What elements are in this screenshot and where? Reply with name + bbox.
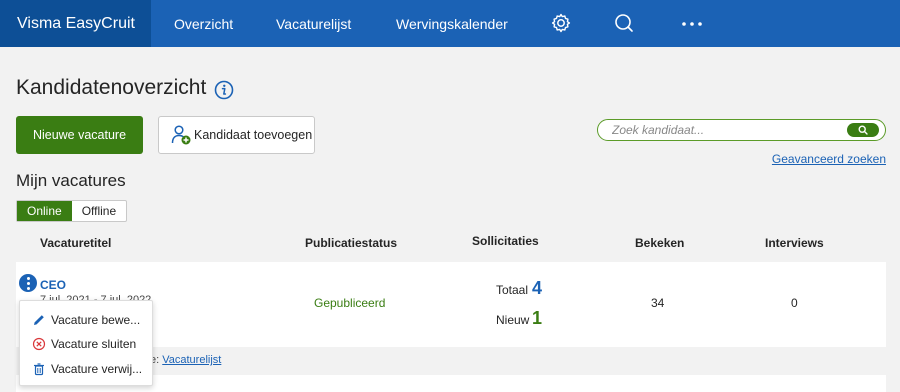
views-count: 34 [651, 296, 665, 310]
info-icon[interactable] [214, 80, 234, 100]
search-icon[interactable] [612, 11, 636, 35]
nav-overzicht[interactable]: Overzicht [174, 16, 233, 32]
search-input[interactable] [612, 120, 852, 140]
section-title: Mijn vacatures [16, 171, 126, 190]
trash-icon [34, 363, 44, 376]
new-label: Nieuw [496, 313, 530, 327]
add-candidate-label: Kandidaat toevoegen [194, 128, 313, 142]
search-button[interactable] [847, 123, 879, 137]
close-circle-icon [32, 337, 46, 351]
total-label: Totaal [496, 283, 529, 297]
delete-vacancy-menu-item[interactable]: Vacature verwij... [32, 362, 142, 376]
nav-wervingskalender[interactable]: Wervingskalender [396, 16, 508, 32]
interviews-count: 0 [791, 296, 798, 310]
edit-vacancy-menu-item[interactable]: Vacature bewe... [32, 313, 140, 327]
header-sollicitaties[interactable]: Sollicitaties [472, 234, 539, 248]
top-nav: Visma EasyCruit Overzicht Vacaturelijst … [0, 0, 900, 47]
publication-status: Gepubliceerd [314, 296, 386, 310]
vacancy-title-link[interactable]: CEO [40, 278, 66, 292]
brand-logo[interactable]: Visma EasyCruit [0, 0, 151, 47]
vacancy-list-footer: e: Vacaturelijst [150, 354, 222, 366]
header-interviews[interactable]: Interviews [765, 236, 824, 250]
close-vacancy-menu-item[interactable]: Vacature sluiten [32, 337, 136, 351]
candidate-search [597, 119, 886, 141]
header-bekeken[interactable]: Bekeken [635, 236, 684, 250]
nav-vacaturelijst[interactable]: Vacaturelijst [276, 16, 351, 32]
row-context-menu: Vacature bewe... Vacature sluiten Vacatu… [19, 300, 153, 386]
online-offline-toggle: Online Offline [16, 200, 128, 222]
add-candidate-button[interactable]: Kandidaat toevoegen [158, 116, 315, 154]
new-count[interactable]: 1 [532, 308, 542, 329]
header-vacaturetitel[interactable]: Vacaturetitel [40, 236, 111, 250]
total-count[interactable]: 4 [532, 278, 542, 299]
toggle-offline[interactable]: Offline [72, 201, 126, 221]
page-title: Kandidatenoverzicht [16, 76, 207, 99]
pencil-icon [34, 315, 44, 325]
toggle-online[interactable]: Online [17, 201, 72, 221]
advanced-search-link[interactable]: Geavanceerd zoeken [772, 152, 886, 166]
search-icon [858, 125, 868, 135]
header-publicatiestatus[interactable]: Publicatiestatus [305, 236, 397, 250]
new-vacancy-button[interactable]: Nieuwe vacature [16, 116, 143, 154]
row-actions-button[interactable] [19, 274, 37, 292]
more-icon[interactable] [680, 11, 704, 35]
vacancy-list-link[interactable]: Vacaturelijst [162, 354, 221, 366]
add-user-icon [170, 124, 192, 146]
gear-icon[interactable] [549, 11, 573, 35]
